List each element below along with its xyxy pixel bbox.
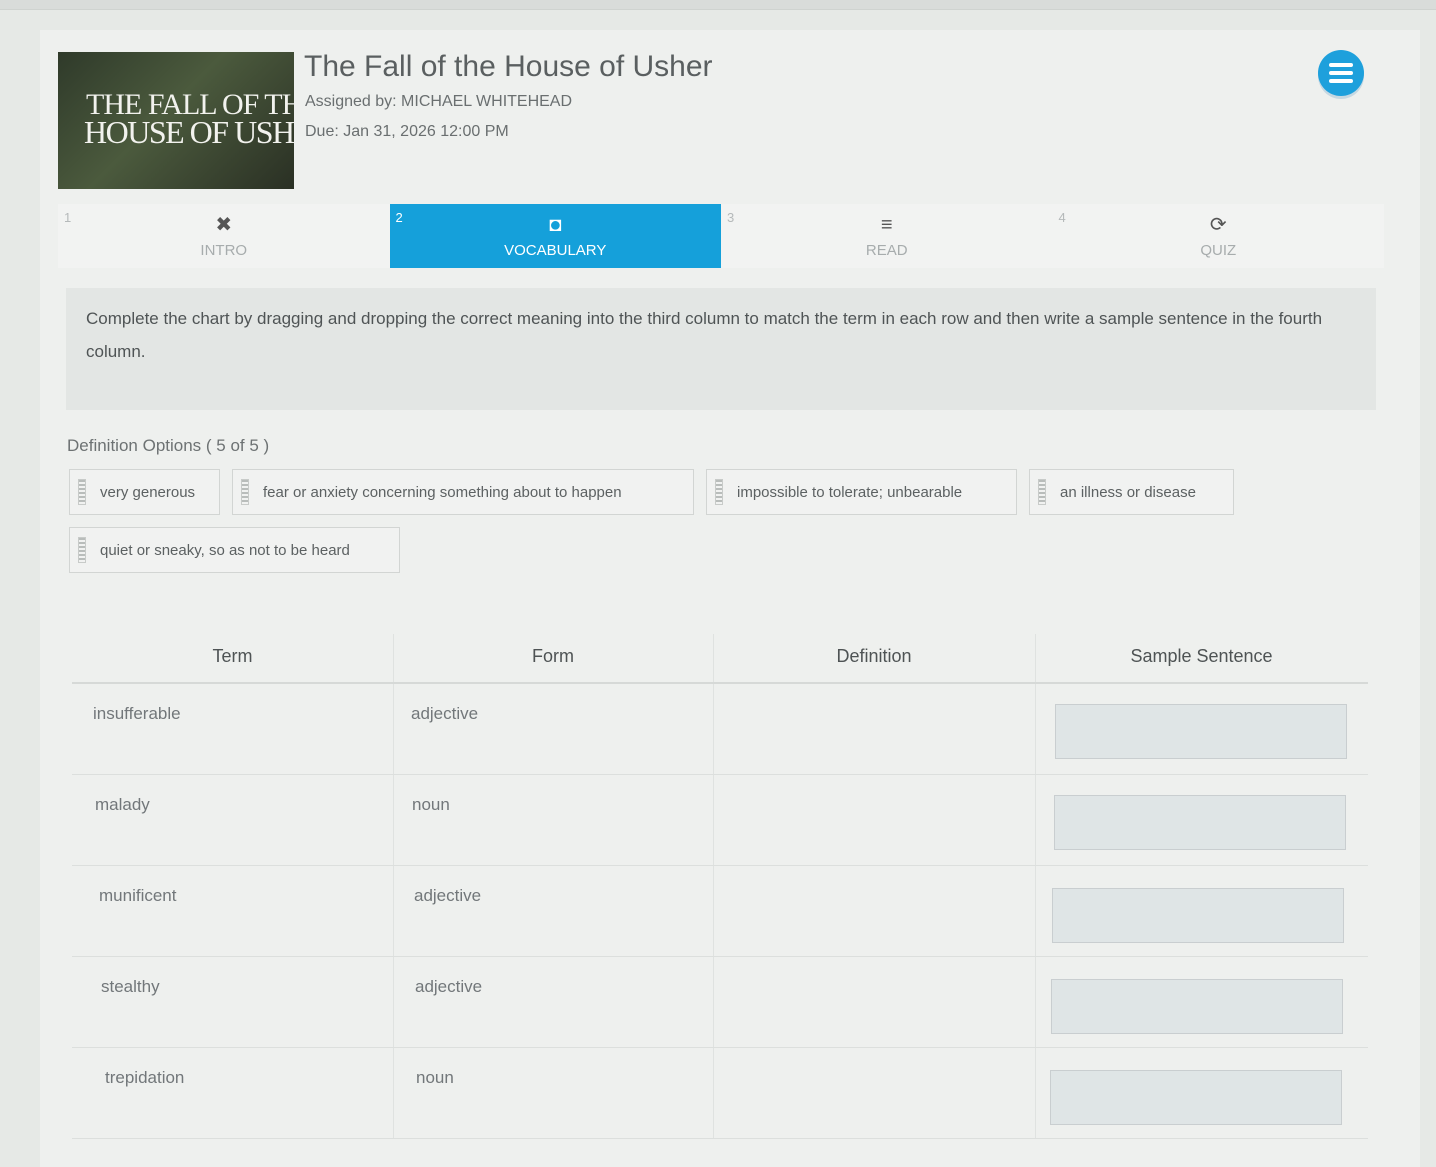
term-cell: stealthy bbox=[101, 977, 160, 996]
drag-handle-icon[interactable] bbox=[241, 479, 249, 505]
definition-option[interactable]: fear or anxiety concerning something abo… bbox=[232, 469, 694, 515]
form-cell: noun bbox=[412, 795, 450, 814]
cover-line-2: HOUSE OF USHER bbox=[84, 114, 294, 150]
due-date: Due: Jan 31, 2026 12:00 PM bbox=[305, 123, 509, 140]
tab-number: 1 bbox=[64, 210, 72, 225]
term-cell: insufferable bbox=[93, 704, 181, 723]
term-cell: trepidation bbox=[105, 1068, 185, 1087]
definition-drop-zone[interactable] bbox=[713, 957, 1035, 1048]
instructions-panel: Complete the chart by dragging and dropp… bbox=[66, 288, 1376, 410]
definition-drop-zone[interactable] bbox=[713, 684, 1035, 775]
option-label: an illness or disease bbox=[1060, 483, 1196, 501]
camera-icon: ◘ bbox=[549, 213, 562, 236]
drag-handle-icon[interactable] bbox=[1038, 479, 1046, 505]
refresh-icon: ⟳ bbox=[1209, 213, 1227, 236]
step-tabs: 1 ✖ INTRO 2 ◘ VOCABULARY 3 ≡ READ 4 ⟳ QU… bbox=[58, 204, 1384, 268]
table-row: malady noun bbox=[72, 775, 1368, 866]
tab-intro[interactable]: 1 ✖ INTRO bbox=[58, 204, 390, 268]
table-row: stealthy adjective bbox=[72, 957, 1368, 1048]
assigned-by: Assigned by: MICHAEL WHITEHEAD bbox=[305, 93, 573, 110]
table-row: insufferable adjective bbox=[72, 684, 1368, 775]
definition-option[interactable]: an illness or disease bbox=[1029, 469, 1234, 515]
tab-quiz[interactable]: 4 ⟳ QUIZ bbox=[1053, 204, 1385, 268]
drag-handle-icon[interactable] bbox=[78, 479, 86, 505]
assignment-title: The Fall of the House of Usher bbox=[304, 50, 713, 83]
option-label: fear or anxiety concerning something abo… bbox=[263, 483, 622, 501]
term-cell: malady bbox=[95, 795, 150, 814]
sample-sentence-input[interactable] bbox=[1050, 1070, 1342, 1125]
tab-label: READ bbox=[865, 241, 908, 259]
tab-label: QUIZ bbox=[1200, 241, 1237, 259]
option-label: impossible to tolerate; unbearable bbox=[737, 483, 963, 501]
form-cell: adjective bbox=[415, 977, 483, 996]
table-header: Term Form Definition Sample Sentence bbox=[72, 634, 1368, 684]
drag-handle-icon[interactable] bbox=[715, 479, 723, 505]
sample-sentence-input[interactable] bbox=[1055, 704, 1347, 759]
table-row: trepidation noun bbox=[72, 1048, 1368, 1139]
drag-handle-icon[interactable] bbox=[78, 537, 86, 563]
definition-drop-zone[interactable] bbox=[713, 1048, 1035, 1139]
definition-option[interactable]: quiet or sneaky, so as not to be heard bbox=[69, 527, 400, 573]
header-sample-sentence: Sample Sentence bbox=[1130, 646, 1273, 666]
hamburger-icon[interactable] bbox=[1318, 50, 1364, 96]
definition-option[interactable]: very generous bbox=[69, 469, 220, 515]
option-label: very generous bbox=[100, 483, 196, 501]
browser-tab-strip bbox=[0, 0, 1436, 10]
tab-number: 4 bbox=[1058, 210, 1066, 225]
definition-options-label: Definition Options ( 5 of 5 ) bbox=[67, 436, 270, 455]
header-definition: Definition bbox=[836, 646, 912, 666]
form-cell: adjective bbox=[414, 886, 482, 905]
intro-icon: ✖ bbox=[215, 213, 233, 236]
table-row: munificent adjective bbox=[72, 866, 1368, 957]
instructions-text: Complete the chart by dragging and dropp… bbox=[86, 309, 1323, 361]
tab-number: 3 bbox=[727, 210, 735, 225]
sample-sentence-input[interactable] bbox=[1052, 888, 1344, 943]
definition-option[interactable]: impossible to tolerate; unbearable bbox=[706, 469, 1017, 515]
header-form: Form bbox=[532, 646, 574, 666]
form-cell: noun bbox=[416, 1068, 454, 1087]
header-term: Term bbox=[212, 646, 253, 666]
tab-number: 2 bbox=[395, 210, 403, 225]
sample-sentence-input[interactable] bbox=[1054, 795, 1346, 850]
definition-drop-zone[interactable] bbox=[713, 866, 1035, 957]
tab-vocabulary[interactable]: 2 ◘ VOCABULARY bbox=[389, 204, 721, 268]
form-cell: adjective bbox=[411, 704, 479, 723]
lines-icon: ≡ bbox=[880, 213, 893, 236]
option-label: quiet or sneaky, so as not to be heard bbox=[100, 541, 350, 559]
book-cover-image: THE FALL OF THE HOUSE OF USHER bbox=[58, 52, 294, 189]
tab-read[interactable]: 3 ≡ READ bbox=[721, 204, 1053, 268]
tab-label: VOCABULARY bbox=[504, 241, 607, 259]
term-cell: munificent bbox=[99, 886, 177, 905]
definition-drop-zone[interactable] bbox=[713, 775, 1035, 866]
sample-sentence-input[interactable] bbox=[1051, 979, 1343, 1034]
tab-label: INTRO bbox=[200, 241, 248, 259]
